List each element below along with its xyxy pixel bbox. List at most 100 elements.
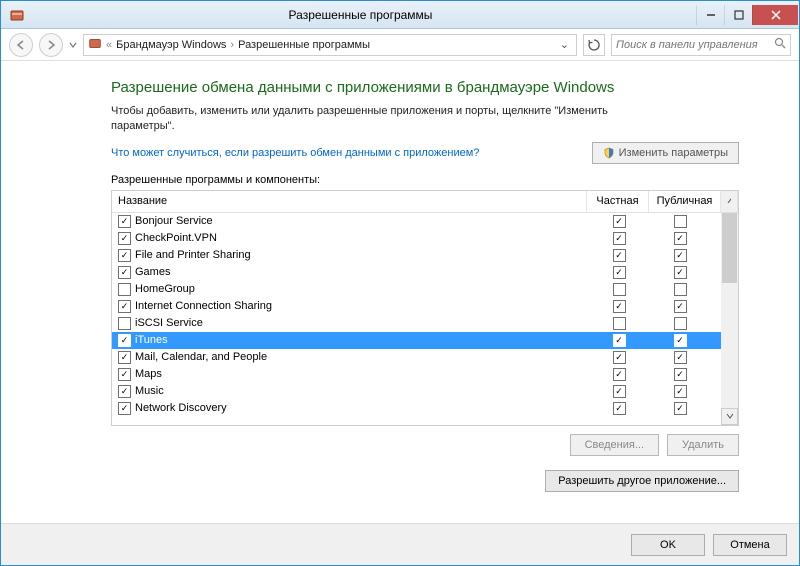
table-row[interactable]: iTunes xyxy=(112,332,721,349)
checkbox-enabled[interactable] xyxy=(118,317,131,330)
cancel-button[interactable]: Отмена xyxy=(713,534,787,556)
app-list-panel: Название Частная Публичная Bonjour Servi… xyxy=(111,190,739,426)
breadcrumb-prefix: « xyxy=(106,39,112,51)
checkbox-public[interactable] xyxy=(674,368,687,381)
checkbox-public[interactable] xyxy=(674,283,687,296)
details-button[interactable]: Сведения... xyxy=(570,434,659,456)
checkbox-private[interactable] xyxy=(613,232,626,245)
column-name[interactable]: Название xyxy=(112,191,587,212)
checkbox-enabled[interactable] xyxy=(118,266,131,279)
table-row[interactable]: Music xyxy=(112,383,721,400)
search-input[interactable] xyxy=(616,39,774,51)
checkbox-public[interactable] xyxy=(674,402,687,415)
checkbox-private[interactable] xyxy=(613,368,626,381)
checkbox-enabled[interactable] xyxy=(118,334,131,347)
chevron-right-icon: › xyxy=(230,39,234,51)
list-body: Bonjour Service CheckPoint.VPNFile and Pr… xyxy=(112,213,738,425)
table-row[interactable]: Network Discovery xyxy=(112,400,721,417)
table-row[interactable]: CheckPoint.VPN xyxy=(112,230,721,247)
checkbox-enabled[interactable] xyxy=(118,283,131,296)
titlebar: Разрешенные программы xyxy=(1,1,799,29)
checkbox-public[interactable] xyxy=(674,385,687,398)
scrollbar[interactable] xyxy=(721,213,738,425)
scrollbar-thumb[interactable] xyxy=(722,213,737,283)
breadcrumb-dropdown-icon[interactable]: ⌄ xyxy=(557,38,572,51)
shield-icon xyxy=(603,147,615,159)
row-name: Bonjour Service xyxy=(135,215,593,227)
change-settings-label: Изменить параметры xyxy=(619,147,728,159)
row-name: Internet Connection Sharing xyxy=(135,300,593,312)
checkbox-private[interactable] xyxy=(613,402,626,415)
navbar: « Брандмауэр Windows › Разрешенные прогр… xyxy=(1,29,799,61)
scroll-up-top-button[interactable] xyxy=(721,191,738,212)
panel-buttons: Сведения... Удалить xyxy=(111,434,739,456)
checkbox-private[interactable] xyxy=(613,334,626,347)
row-name: Maps xyxy=(135,368,593,380)
checkbox-private[interactable] xyxy=(613,300,626,313)
table-row[interactable]: File and Printer Sharing xyxy=(112,247,721,264)
checkbox-public[interactable] xyxy=(674,300,687,313)
window: Разрешенные программы « Брандмауэр Windo… xyxy=(0,0,800,566)
checkbox-public[interactable] xyxy=(674,317,687,330)
column-public[interactable]: Публичная xyxy=(649,191,721,212)
content-area: Разрешение обмена данными с приложениями… xyxy=(1,61,799,523)
checkbox-private[interactable] xyxy=(613,385,626,398)
maximize-button[interactable] xyxy=(724,5,752,25)
checkbox-public[interactable] xyxy=(674,351,687,364)
table-row[interactable]: Mail, Calendar, and People xyxy=(112,349,721,366)
checkbox-public[interactable] xyxy=(674,249,687,262)
back-button[interactable] xyxy=(9,33,33,57)
search-box[interactable] xyxy=(611,34,791,56)
checkbox-private[interactable] xyxy=(613,283,626,296)
history-dropdown-icon[interactable] xyxy=(69,39,77,51)
breadcrumb[interactable]: « Брандмауэр Windows › Разрешенные прогр… xyxy=(83,34,577,56)
allow-row: Разрешить другое приложение... xyxy=(111,470,739,492)
change-settings-button[interactable]: Изменить параметры xyxy=(592,142,739,164)
checkbox-private[interactable] xyxy=(613,215,626,228)
checkbox-enabled[interactable] xyxy=(118,249,131,262)
checkbox-enabled[interactable] xyxy=(118,351,131,364)
column-private[interactable]: Частная xyxy=(587,191,649,212)
group-label: Разрешенные программы и компоненты: xyxy=(111,174,739,186)
scroll-down-button[interactable] xyxy=(721,408,738,425)
table-row[interactable]: iSCSI Service xyxy=(112,315,721,332)
table-row[interactable]: Internet Connection Sharing xyxy=(112,298,721,315)
checkbox-public[interactable] xyxy=(674,215,687,228)
forward-button[interactable] xyxy=(39,33,63,57)
checkbox-public[interactable] xyxy=(674,266,687,279)
remove-button[interactable]: Удалить xyxy=(667,434,739,456)
checkbox-enabled[interactable] xyxy=(118,232,131,245)
table-row[interactable]: Bonjour Service xyxy=(112,213,721,230)
checkbox-enabled[interactable] xyxy=(118,368,131,381)
row-name: Mail, Calendar, and People xyxy=(135,351,593,363)
ok-button[interactable]: OK xyxy=(631,534,705,556)
checkbox-public[interactable] xyxy=(674,232,687,245)
table-row[interactable]: HomeGroup xyxy=(112,281,721,298)
checkbox-enabled[interactable] xyxy=(118,300,131,313)
row-name: Network Discovery xyxy=(135,402,593,414)
breadcrumb-item-1[interactable]: Брандмауэр Windows xyxy=(116,39,226,51)
checkbox-private[interactable] xyxy=(613,317,626,330)
checkbox-enabled[interactable] xyxy=(118,385,131,398)
window-title: Разрешенные программы xyxy=(25,8,696,22)
help-link[interactable]: Что может случиться, если разрешить обме… xyxy=(111,147,479,159)
breadcrumb-item-2[interactable]: Разрешенные программы xyxy=(238,39,370,51)
checkbox-enabled[interactable] xyxy=(118,215,131,228)
row-name: HomeGroup xyxy=(135,283,593,295)
checkbox-public[interactable] xyxy=(674,334,687,347)
row-name: iTunes xyxy=(135,334,593,346)
checkbox-private[interactable] xyxy=(613,249,626,262)
checkbox-enabled[interactable] xyxy=(118,402,131,415)
scrollbar-track[interactable] xyxy=(721,213,738,408)
checkbox-private[interactable] xyxy=(613,351,626,364)
close-button[interactable] xyxy=(752,5,798,25)
search-icon[interactable] xyxy=(774,37,786,52)
allow-another-app-button[interactable]: Разрешить другое приложение... xyxy=(545,470,739,492)
row-name: Games xyxy=(135,266,593,278)
table-row[interactable]: Games xyxy=(112,264,721,281)
checkbox-private[interactable] xyxy=(613,266,626,279)
table-row[interactable]: Maps xyxy=(112,366,721,383)
minimize-button[interactable] xyxy=(696,5,724,25)
refresh-button[interactable] xyxy=(583,34,605,56)
list-header: Название Частная Публичная xyxy=(112,191,738,213)
